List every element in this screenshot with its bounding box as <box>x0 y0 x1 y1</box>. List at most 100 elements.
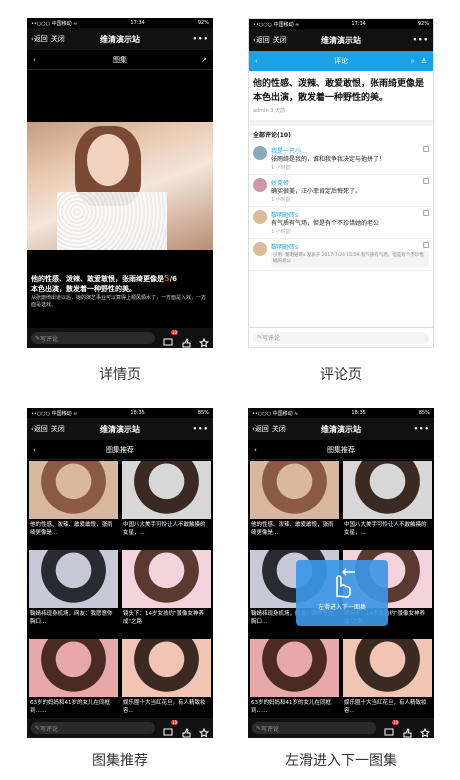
recommend-thumbnail[interactable] <box>29 461 118 519</box>
write-comment-input[interactable]: ✎ 写评论 <box>253 331 429 344</box>
write-comment-input[interactable]: ✎ 写评论 <box>252 722 376 734</box>
recommend-thumbnail[interactable] <box>122 639 211 697</box>
battery: 92% <box>197 20 209 26</box>
more-icon[interactable]: ••• <box>414 425 430 433</box>
swipe-screen: ••○○○ 中国移动 ≈18:35 85% ‹返回 关闭 维清演示站 ••• ‹ … <box>248 408 434 738</box>
recommend-thumbnail[interactable] <box>122 461 211 519</box>
avatar[interactable] <box>253 242 267 256</box>
more-icon[interactable]: ••• <box>193 35 209 43</box>
close-button[interactable]: 关闭 <box>51 424 65 434</box>
thumbs-up-icon[interactable] <box>402 723 412 738</box>
recommend-title: 他的性感、泼辣、敢爱敢恨，张雨绮更像是... <box>30 522 113 536</box>
reply-icon[interactable] <box>423 146 429 152</box>
thumbs-up-icon[interactable] <box>181 333 191 348</box>
comment-text: 确实很美，汪小菲肯定后悔死了。 <box>271 188 362 195</box>
bottom-bar: ✎ 写评论 <box>249 327 433 347</box>
recommend-item[interactable]: 中国八大美手可怜让人不敢触摸的女星，... <box>343 461 432 547</box>
avatar[interactable] <box>253 146 267 160</box>
close-button[interactable]: 关闭 <box>272 424 286 434</box>
back-button[interactable]: ‹返回 <box>253 35 270 45</box>
comment-text: 有气质有气场，但是有个不珍惜她的老公 <box>271 220 380 227</box>
app-navbar: ‹返回 关闭 维清演示站 ••• <box>249 29 433 51</box>
comment-count: 10 <box>170 330 178 335</box>
reply-icon[interactable] <box>423 210 429 216</box>
more-icon[interactable]: ••• <box>193 425 209 433</box>
back-button[interactable]: ‹返回 <box>252 424 269 434</box>
recommend-thumbnail[interactable] <box>343 461 432 519</box>
recommend-item[interactable]: 63岁的妈妈和41岁的女儿在同框到…… <box>29 639 118 725</box>
recommend-title: 图集推荐 <box>327 445 355 454</box>
caption-comments: 评论页 <box>320 367 362 383</box>
app-navbar: ‹返回 关闭 维清演示站 ••• <box>27 28 213 50</box>
recommend-item[interactable]: 镜头下：14岁女孩约"景像女神养成"之路 <box>122 550 211 636</box>
star-icon[interactable] <box>419 723 431 738</box>
swipe-hint-text: 左滑进入下一图集 <box>317 604 366 611</box>
recommend-item[interactable]: 鞠婧祎现身机场，网友：我愿意你胸口... <box>29 550 118 636</box>
recommend-title: 图集推荐 <box>106 445 134 454</box>
avatar[interactable] <box>253 178 267 192</box>
page-total: /6 <box>169 275 178 283</box>
comment-author[interactable]: 黎明砸砖s <box>271 210 429 219</box>
star-icon[interactable] <box>198 333 210 348</box>
recommend-title: 中国八大美手可怜让人不敢触摸的女星，... <box>344 522 427 536</box>
chevron-left-icon[interactable]: ‹ <box>255 57 258 65</box>
chevron-left-icon[interactable]: ‹ <box>33 56 36 64</box>
chevron-left-icon[interactable]: ‹ <box>254 446 257 454</box>
caption-title: 他的性感、泼辣、敢爱敢恨，张雨绮更像是 <box>31 275 164 283</box>
back-button[interactable]: ‹返回 <box>31 34 48 44</box>
swipe-hint-overlay[interactable]: 左滑进入下一图集 <box>296 560 388 626</box>
recommend-thumbnail[interactable] <box>29 550 118 608</box>
close-button[interactable]: 关闭 <box>273 35 287 45</box>
comment-icon[interactable]: 10 <box>163 330 178 346</box>
more-icon[interactable]: ••• <box>413 36 429 44</box>
avatar[interactable] <box>253 210 267 224</box>
recommend-item[interactable]: 他的性感、泼辣、敢爱敢恨，张雨绮更像是... <box>250 461 339 547</box>
recommend-item[interactable]: 63岁的妈妈和41岁的女儿在同框到…… <box>250 639 339 725</box>
status-bar: ••○○○ 中国移动 ≈ 17:34 92% <box>27 18 213 28</box>
recommend-item[interactable]: 中国八大美手可怜让人不敢触摸的女星，... <box>122 461 211 547</box>
gallery-photo[interactable] <box>27 122 213 250</box>
share-icon[interactable]: ↗ <box>201 56 207 64</box>
write-comment-input[interactable]: ✎ 写评论 <box>31 332 155 344</box>
comment-item: 我是一只小... 张雨绮是我的，谁和我争我决定与他拼了！ 1 小时前 <box>249 143 433 175</box>
recommend-item[interactable]: 他的性感、泼辣、敢爱敢恨，张雨绮更像是... <box>29 461 118 547</box>
reply-icon[interactable] <box>423 242 429 248</box>
reply-icon[interactable] <box>423 178 429 184</box>
comment-author[interactable]: 妙克帝 <box>271 178 429 187</box>
clock: 17:34 <box>130 20 145 26</box>
comment-author[interactable]: 黎明砸砖s <box>271 242 429 251</box>
search-icon[interactable]: ⌕ <box>411 57 415 66</box>
caption-title-2: 本色出演，散发着一种野性的美。 <box>31 285 136 293</box>
write-comment-input[interactable]: ✎ 写评论 <box>31 722 155 734</box>
swipe-hand-icon <box>336 568 355 598</box>
user-icon[interactable]: ♙ <box>421 57 427 66</box>
status-bar: ••○○○ 中国移动 ≈17:34 92% <box>249 19 433 29</box>
status-bar: ••○○○ 中国移动 ≈18:35 85% <box>248 408 434 418</box>
recommend-title: 鞠婧祎现身机场，网友：我愿意你胸口... <box>30 611 113 625</box>
recommend-thumbnail[interactable] <box>122 550 211 608</box>
recommend-thumbnail[interactable] <box>250 461 339 519</box>
back-button[interactable]: ‹返回 <box>31 424 48 434</box>
recommend-item[interactable]: 娱乐圈十大当红花旦，有人精致妆容... <box>122 639 211 725</box>
comment-item: 黎明砸砖s 有气质有气场，但是有个不珍惜她的老公 1 小时前 <box>249 207 433 239</box>
comment-item: 妙克帝 确实很美，汪小菲肯定后悔死了。 1 小时前 <box>249 175 433 207</box>
chevron-left-icon[interactable]: ‹ <box>33 446 36 454</box>
recommend-thumbnail[interactable] <box>343 639 432 697</box>
gallery-title: 图集 <box>113 55 127 64</box>
caption-desc: 从张雨绮出道以后，她的演艺事业可以算得上顺风顺水了，一方面是入戏，一方面是选戏。 <box>31 295 207 308</box>
comment-icon[interactable]: 10 <box>163 720 178 736</box>
comment-item: 黎明砸砖s 引用: 黎明砸砖s 发表于 2017-7-24 15:59 有气质有… <box>249 239 433 271</box>
bottom-bar: ✎ 写评论 10 <box>27 718 213 738</box>
thumbs-up-icon[interactable] <box>181 723 191 738</box>
star-icon[interactable] <box>198 723 210 738</box>
comment-text: 张雨绮是我的，谁和我争我决定与他拼了！ <box>271 156 386 163</box>
comment-author[interactable]: 我是一只小... <box>271 146 429 155</box>
caption-recommend: 图集推荐 <box>92 753 148 769</box>
comment-icon[interactable]: 10 <box>384 720 399 736</box>
recommend-thumbnail[interactable] <box>250 639 339 697</box>
recommend-thumbnail[interactable] <box>29 639 118 697</box>
recommend-item[interactable]: 娱乐圈十大当红花旦，有人精致妆容... <box>343 639 432 725</box>
close-button[interactable]: 关闭 <box>51 34 65 44</box>
comment-time: 1 小时前 <box>271 229 291 235</box>
caption-detail: 详情页 <box>99 367 141 383</box>
